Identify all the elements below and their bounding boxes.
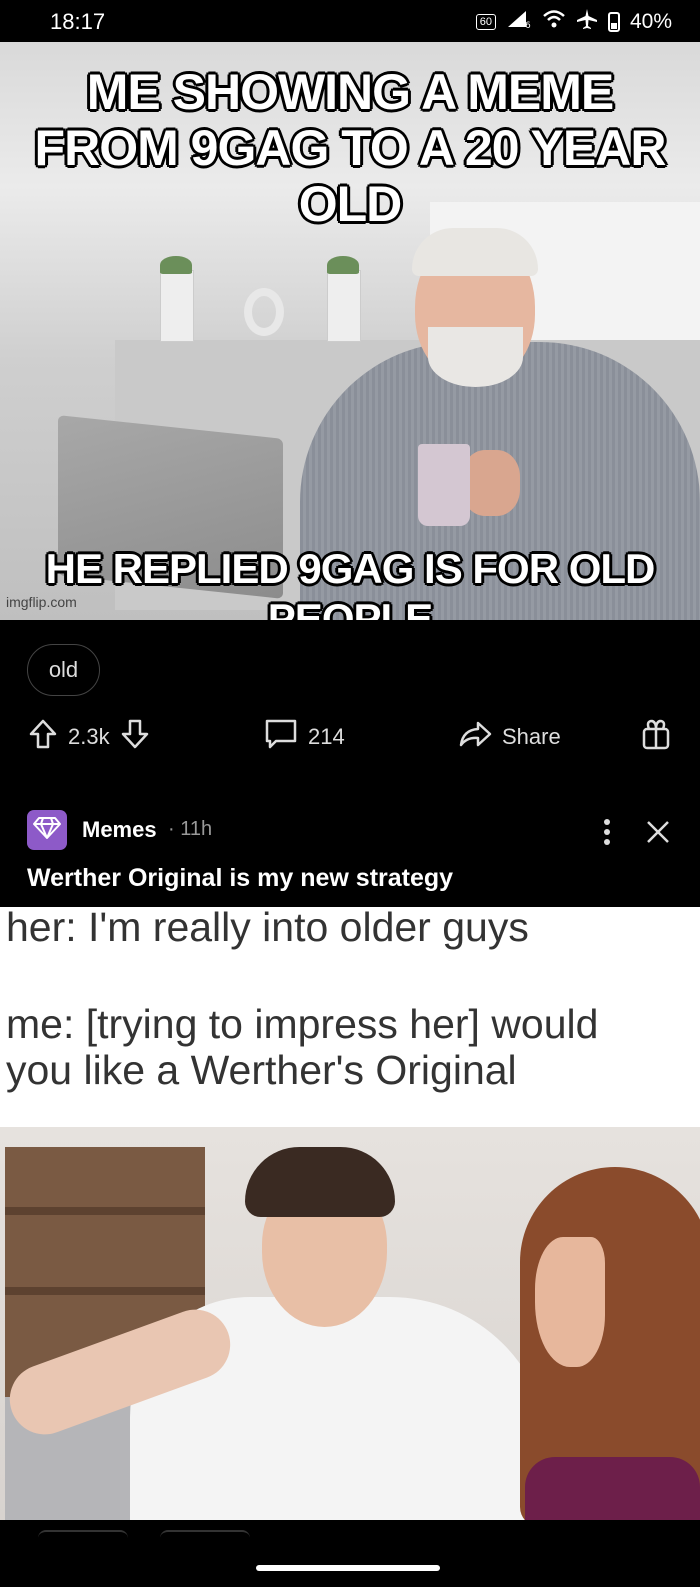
meme-mug xyxy=(418,444,470,526)
post-flair[interactable]: old xyxy=(27,644,100,696)
more-vert-icon xyxy=(592,819,622,856)
more-options-button[interactable] xyxy=(592,812,622,852)
meme2-man-hair xyxy=(245,1147,395,1217)
comments-button[interactable]: 214 xyxy=(264,712,345,762)
post-image-meme[interactable]: ME SHOWING A MEME FROM 9GAG TO A 20 YEAR… xyxy=(0,42,700,620)
share-button[interactable]: Share xyxy=(458,712,561,762)
close-icon xyxy=(640,821,676,856)
meme-person-hand xyxy=(462,450,520,516)
meme2-shelf-board xyxy=(5,1287,205,1295)
bottom-tab-hint xyxy=(38,1530,128,1538)
meme-bottom-caption: HE REPLIED 9GAG IS FOR OLD PEOPLE xyxy=(45,545,656,620)
meme-plant-pot xyxy=(160,270,194,342)
meme2-line2: me: [trying to impress her] would xyxy=(6,1001,599,1047)
meme2-woman-face xyxy=(535,1237,605,1367)
share-icon xyxy=(458,720,492,754)
meme-top-line1: ME SHOWING A MEME xyxy=(86,64,615,120)
comment-icon xyxy=(264,718,298,756)
post-image-meme-photo[interactable] xyxy=(0,1127,700,1520)
subreddit-name[interactable]: Memes xyxy=(82,817,157,843)
airplane-icon xyxy=(576,8,598,36)
battery-level: 40% xyxy=(629,10,672,33)
meme-top-line2: FROM 9GAG TO A 20 YEAR OLD xyxy=(34,120,667,232)
meme2-shelf-board xyxy=(5,1207,205,1215)
post-age-value: 11h xyxy=(180,818,213,840)
subreddit-avatar[interactable] xyxy=(27,810,67,850)
award-button[interactable] xyxy=(640,712,672,762)
upvote-count: 2.3k xyxy=(68,724,110,749)
signal-icon: 6 xyxy=(506,9,532,35)
status-time: 18:17 xyxy=(50,9,106,34)
share-label: Share xyxy=(502,724,561,749)
meme-plant-pot xyxy=(327,270,361,342)
comment-count: 214 xyxy=(308,724,345,749)
refresh-rate-icon: 60 xyxy=(475,14,496,30)
post-action-bar: 2.3k 214 Share xyxy=(0,712,700,762)
post-image-meme-text[interactable]: her: I'm really into older guys me: [try… xyxy=(0,904,700,1127)
status-bar: 18:17 60 6 40% xyxy=(0,0,700,44)
meme-plant xyxy=(327,256,359,274)
meme-person-hair xyxy=(412,228,538,276)
meme2-line3: you like a Werther's Original xyxy=(6,1047,517,1093)
post-age: · 11h xyxy=(168,818,213,840)
status-icons: 60 6 40% xyxy=(475,8,672,36)
award-icon xyxy=(640,717,672,757)
meme2-line1: her: I'm really into older guys xyxy=(6,904,529,950)
battery-icon xyxy=(607,12,620,32)
downvote-icon[interactable] xyxy=(120,718,150,756)
meme-decor-ring xyxy=(244,288,284,336)
meme-plant xyxy=(160,256,192,274)
upvote-icon[interactable] xyxy=(28,718,58,756)
bottom-tab-hint xyxy=(160,1530,250,1538)
home-indicator[interactable] xyxy=(256,1565,440,1571)
vote-control: 2.3k xyxy=(28,712,150,762)
wifi-icon xyxy=(542,9,566,35)
post-title[interactable]: Werther Original is my new strategy xyxy=(27,864,453,893)
diamond-icon xyxy=(33,816,61,845)
meme2-woman-top xyxy=(525,1457,700,1520)
hide-post-button[interactable] xyxy=(640,812,676,852)
meme-person-beard xyxy=(428,327,523,387)
imgflip-watermark: imgflip.com xyxy=(6,594,77,610)
meme-top-caption: ME SHOWING A MEME FROM 9GAG TO A 20 YEAR… xyxy=(0,64,700,232)
svg-text:6: 6 xyxy=(525,21,531,29)
